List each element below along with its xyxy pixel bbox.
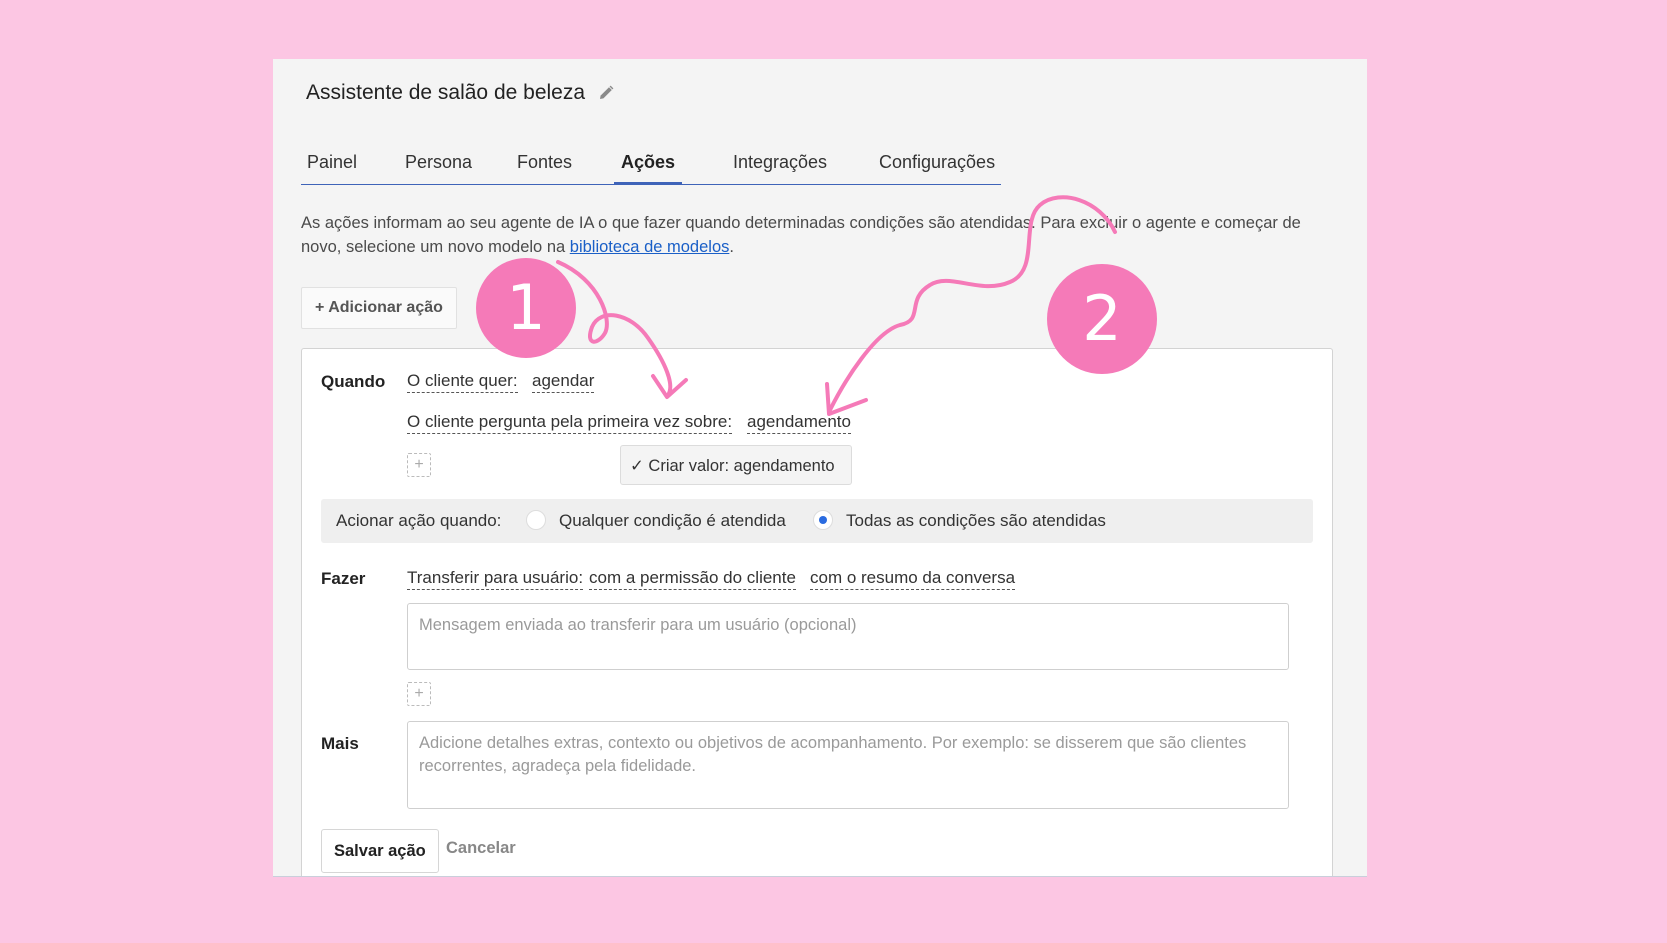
pencil-icon[interactable] (597, 84, 615, 102)
tab-bar: Painel Persona Fontes Ações Integrações … (301, 151, 1001, 185)
tab-integracoes[interactable]: Integrações (733, 151, 827, 184)
action-editor-card: Quando O cliente quer: agendar O cliente… (301, 348, 1333, 877)
transfer-message-input[interactable] (407, 603, 1289, 670)
add-step-button[interactable]: + (407, 682, 431, 706)
trigger-label: Acionar ação quando: (336, 511, 502, 530)
add-condition-button[interactable]: + (407, 453, 431, 477)
extra-details-input[interactable] (407, 721, 1289, 809)
more-label: Mais (321, 734, 359, 753)
action-transfer[interactable]: Transferir para usuário: (407, 567, 584, 590)
actions-panel: Assistente de salão de beleza Painel Per… (273, 59, 1367, 877)
tab-configuracoes[interactable]: Configurações (879, 151, 995, 184)
description: As ações informam ao seu agente de IA o … (301, 211, 1331, 259)
template-library-link[interactable]: biblioteca de modelos (570, 238, 730, 256)
condition-1-value[interactable]: agendar (532, 370, 595, 393)
cancel-button[interactable]: Cancelar (446, 839, 516, 858)
add-action-button[interactable]: + Adicionar ação (301, 287, 457, 329)
tab-painel[interactable]: Painel (307, 151, 357, 184)
page-title: Assistente de salão de beleza (306, 81, 586, 104)
tab-persona[interactable]: Persona (405, 151, 472, 184)
panel-bottom-border (273, 876, 1367, 877)
radio-any-condition[interactable] (526, 510, 546, 530)
annotation-badge-2: 2 (1047, 264, 1157, 374)
title-row: Assistente de salão de beleza (306, 81, 615, 105)
save-action-button[interactable]: Salvar ação (321, 829, 439, 873)
annotation-badge-1: 1 (476, 258, 576, 358)
radio-any-condition-label[interactable]: Qualquer condição é atendida (559, 511, 786, 531)
condition-2-key[interactable]: O cliente pergunta pela primeira vez sob… (407, 411, 733, 434)
do-label: Fazer (321, 569, 366, 588)
create-value-option[interactable]: ✓ Criar valor: agendamento (620, 445, 852, 485)
tab-fontes[interactable]: Fontes (517, 151, 572, 184)
modifier-conversation-summary[interactable]: com o resumo da conversa (810, 567, 1016, 590)
radio-all-conditions[interactable] (813, 510, 833, 530)
condition-2-value[interactable]: agendamento (747, 411, 851, 434)
condition-1-key[interactable]: O cliente quer: (407, 370, 518, 393)
modifier-customer-permission[interactable]: com a permissão do cliente (589, 567, 796, 590)
description-end: . (729, 238, 734, 256)
radio-all-conditions-label[interactable]: Todas as condições são atendidas (846, 511, 1106, 531)
when-label: Quando (321, 372, 386, 391)
tab-acoes[interactable]: Ações (613, 151, 683, 185)
trigger-bar: Acionar ação quando: Qualquer condição é… (321, 499, 1313, 543)
description-text: As ações informam ao seu agente de IA o … (301, 214, 1301, 256)
